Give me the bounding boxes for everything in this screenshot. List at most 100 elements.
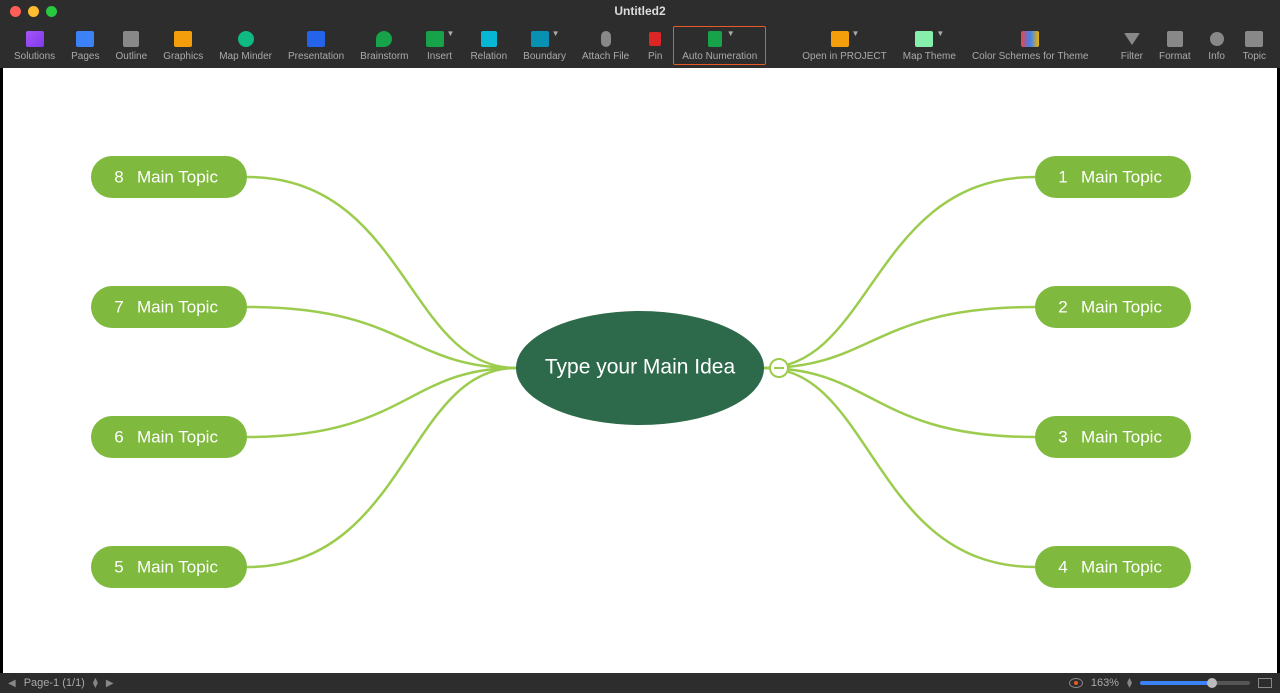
chevron-down-icon: ▼: [552, 29, 560, 38]
toolbar-label: Presentation: [288, 51, 344, 62]
topic-node[interactable]: 6 Main Topic: [91, 416, 247, 458]
connector-line: [247, 177, 516, 368]
fit-to-screen-button[interactable]: [1258, 678, 1272, 688]
toolbar-relation-button[interactable]: Relation: [462, 27, 515, 64]
toolbar-openinproject-button[interactable]: ▼Open in PROJECT: [794, 27, 894, 64]
topic-label: Main Topic: [137, 557, 218, 576]
zoom-slider-thumb[interactable]: [1207, 678, 1217, 688]
colorscheme-icon: [1020, 29, 1040, 49]
toolbar: Solutions Pages Outline Graphics Map Minder P…: [0, 22, 1280, 68]
topic-node[interactable]: 2 Main Topic: [1035, 286, 1191, 328]
toolbar-label: Graphics: [163, 51, 203, 62]
zoom-slider[interactable]: [1140, 681, 1250, 685]
toolbar-insert-button[interactable]: ▼ Insert: [417, 27, 463, 64]
filter-icon: [1122, 29, 1142, 49]
toolbar-info-button[interactable]: Info: [1199, 27, 1235, 64]
chevron-down-icon: ▼: [936, 29, 944, 38]
mindmap-canvas[interactable]: Type your Main Idea 1 Main Topic 2 Main Topi…: [3, 68, 1277, 673]
close-window-button[interactable]: [10, 6, 21, 17]
relation-icon: [479, 29, 499, 49]
topic-number: 4: [1058, 557, 1067, 576]
attach-icon: [596, 29, 616, 49]
toolbar-outline-button[interactable]: Outline: [108, 27, 156, 64]
boundary-icon: [530, 29, 550, 49]
minimize-window-button[interactable]: [28, 6, 39, 17]
topic-node[interactable]: 4 Main Topic: [1035, 546, 1191, 588]
topic-number: 6: [114, 427, 123, 446]
toolbar-label: Map Minder: [219, 51, 272, 62]
pin-icon: [645, 29, 665, 49]
topic-number: 5: [114, 557, 123, 576]
toolbar-label: Attach File: [582, 51, 629, 62]
toolbar-pin-button[interactable]: Pin: [637, 27, 673, 64]
central-idea-text[interactable]: Type your Main Idea: [545, 356, 736, 379]
maptheme-icon: [914, 29, 934, 49]
window-title: Untitled2: [0, 4, 1280, 18]
format-icon: [1165, 29, 1185, 49]
toolbar-label: Topic: [1243, 51, 1266, 62]
topic-number: 1: [1058, 167, 1067, 186]
maximize-window-button[interactable]: [46, 6, 57, 17]
toolbar-filter-button[interactable]: Filter: [1113, 27, 1151, 64]
toolbar-label: Auto Numeration: [682, 51, 757, 62]
window-controls: [0, 6, 57, 17]
toolbar-presentation-button[interactable]: Presentation: [280, 27, 352, 64]
topic-number: 2: [1058, 297, 1067, 316]
page-stepper[interactable]: ▴▾: [93, 678, 98, 688]
toolbar-colorschemes-button[interactable]: Color Schemes for Theme: [964, 27, 1097, 64]
toolbar-label: Pin: [648, 51, 662, 62]
topic-label: Main Topic: [137, 427, 218, 446]
topic-node[interactable]: 7Main Topic: [91, 286, 247, 328]
page-indicator: Page-1 (1/1): [24, 677, 85, 689]
visibility-icon[interactable]: [1069, 678, 1083, 688]
toolbar-solutions-button[interactable]: Solutions: [6, 27, 63, 64]
topic-icon: [1244, 29, 1264, 49]
topic-node[interactable]: 3Main Topic: [1035, 416, 1191, 458]
toolbar-attachfile-button[interactable]: Attach File: [574, 27, 637, 64]
toolbar-pages-button[interactable]: Pages: [63, 27, 107, 64]
zoom-stepper[interactable]: ▴▾: [1127, 678, 1132, 688]
brainstorm-icon: [374, 29, 394, 49]
topic-node[interactable]: 1 Main Topic: [1035, 156, 1191, 198]
toolbar-boundary-button[interactable]: ▼Boundary: [515, 27, 574, 64]
title-bar: Untitled2: [0, 0, 1280, 22]
toolbar-label: Format: [1159, 51, 1191, 62]
connector-line: [764, 177, 1035, 368]
toolbar-brainstorm-button[interactable]: Brainstorm: [352, 27, 416, 64]
chevron-down-icon: ▼: [852, 29, 860, 38]
toolbar-maptheme-button[interactable]: ▼Map Theme: [895, 27, 964, 64]
topic-label: Main Topic: [1081, 297, 1162, 316]
graphics-icon: [173, 29, 193, 49]
toolbar-format-button[interactable]: Format: [1151, 27, 1199, 64]
page-prev-button[interactable]: ◀: [8, 678, 16, 689]
toolbar-graphics-button[interactable]: Graphics: [155, 27, 211, 64]
topic-label: Main Topic: [1081, 167, 1162, 186]
topic-label: Main Topic: [1081, 427, 1162, 446]
page-next-button[interactable]: ▶: [106, 678, 114, 689]
toolbar-label: Brainstorm: [360, 51, 408, 62]
topic-node[interactable]: 5 Main Topic: [91, 546, 247, 588]
toolbar-label: Color Schemes for Theme: [972, 51, 1089, 62]
toolbar-label: Solutions: [14, 51, 55, 62]
topic-label: Main Topic: [1081, 557, 1162, 576]
openproject-icon: [830, 29, 850, 49]
toolbar-label: Outline: [116, 51, 148, 62]
toolbar-label: Filter: [1121, 51, 1143, 62]
toolbar-label: Pages: [71, 51, 99, 62]
toolbar-mapminder-button[interactable]: Map Minder: [211, 27, 280, 64]
toolbar-topic-button[interactable]: Topic: [1235, 27, 1274, 64]
info-icon: [1207, 29, 1227, 49]
toolbar-label: Insert: [427, 51, 452, 62]
solutions-icon: [25, 29, 45, 49]
presentation-icon: [306, 29, 326, 49]
toolbar-autonumeration-button[interactable]: ▼Auto Numeration: [673, 26, 766, 65]
chevron-down-icon: ▼: [447, 29, 455, 38]
insert-icon: [425, 29, 445, 49]
connector-line: [247, 368, 516, 567]
outline-icon: [121, 29, 141, 49]
topic-node[interactable]: 8Main Topic: [91, 156, 247, 198]
connector-line: [764, 307, 1035, 368]
connector-line: [764, 368, 1035, 567]
zoom-level-label: 163%: [1091, 677, 1119, 689]
topic-label: Main Topic: [137, 167, 218, 186]
